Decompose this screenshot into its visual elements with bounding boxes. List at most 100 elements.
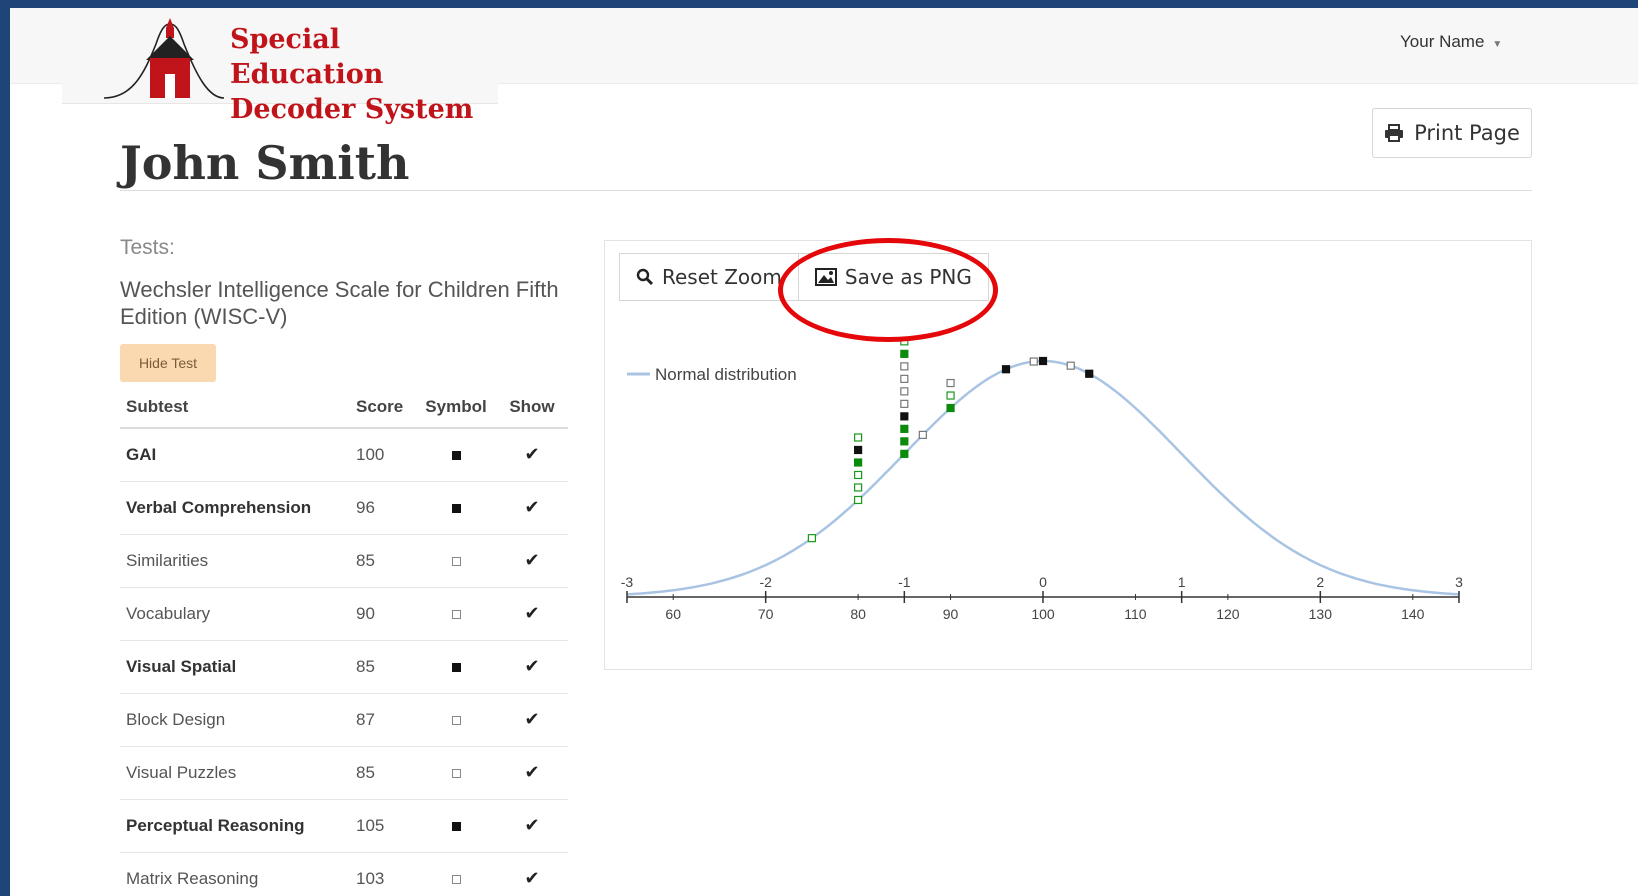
symbol-cell[interactable] [416,428,496,482]
show-checkmark-icon[interactable]: ✔ [496,481,568,535]
z-tick-label: -3 [621,574,634,590]
subtest-score: 105 [350,799,416,853]
z-tick-label: -2 [759,574,772,590]
open-square-icon [451,874,461,884]
score-tick-label: 120 [1216,606,1240,622]
symbol-cell[interactable] [416,481,496,535]
show-checkmark-icon[interactable]: ✔ [496,534,568,588]
z-tick-label: 0 [1039,574,1047,590]
table-row[interactable]: Visual Puzzles 85 ✔ [120,746,568,800]
score-marker [854,433,863,442]
table-row[interactable]: Verbal Comprehension 96 ✔ [120,481,568,535]
score-marker [900,399,909,408]
filled-square-icon [451,821,461,831]
score-tick-label: 130 [1309,606,1333,622]
page-title: John Smith [120,136,410,190]
score-marker [854,495,863,505]
score-marker [854,483,863,492]
show-checkmark-icon[interactable]: ✔ [496,746,568,800]
hide-test-button[interactable]: Hide Test [120,344,216,382]
tests-label: Tests: [120,236,175,259]
symbol-cell[interactable] [416,852,496,896]
symbol-cell[interactable] [416,587,496,641]
test-name: Wechsler Intelligence Scale for Children… [120,277,559,329]
score-marker [900,387,909,396]
table-row[interactable]: Matrix Reasoning 103 ✔ [120,852,568,896]
subtest-score: 87 [350,693,416,747]
score-marker [946,403,955,413]
show-checkmark-icon[interactable]: ✔ [496,640,568,694]
symbol-cell[interactable] [416,640,496,694]
z-tick-label: 1 [1178,574,1186,590]
score-tick-label: 140 [1401,606,1425,622]
score-marker [1038,356,1048,366]
score-tick-label: 60 [665,606,681,622]
caret-down-icon: ▼ [1492,39,1503,50]
open-square-icon [451,715,461,725]
score-marker [1029,357,1038,366]
user-menu[interactable]: Your Name ▼ [1400,32,1502,52]
score-marker [918,430,927,439]
subtest-score: 85 [350,640,416,694]
score-tick-label: 70 [758,606,774,622]
table-row[interactable]: GAI 100 ✔ [120,428,568,482]
table-row[interactable]: Perceptual Reasoning 105 ✔ [120,799,568,853]
open-square-icon [451,768,461,778]
show-checkmark-icon[interactable]: ✔ [496,693,568,747]
filled-square-icon [451,662,461,672]
table-row[interactable]: Vocabulary 90 ✔ [120,587,568,641]
z-tick-label: 2 [1316,574,1324,590]
score-marker [1066,361,1075,370]
subtest-score: 103 [350,852,416,896]
show-checkmark-icon[interactable]: ✔ [496,852,568,896]
print-page-label: Print Page [1414,121,1520,145]
title-divider [120,190,1532,191]
subtest-name: Visual Spatial [120,640,350,694]
distribution-chart[interactable]: Normal distribution -3 -2 -1 0 1 2 3 60 70 80 90 100… [605,241,1531,669]
table-row[interactable]: Similarities 85 ✔ [120,534,568,588]
schoolhouse-logo-icon [103,18,225,99]
legend-label: Normal distribution [655,365,797,384]
symbol-cell[interactable] [416,693,496,747]
symbol-cell[interactable] [416,534,496,588]
z-tick-label: 3 [1455,574,1463,590]
show-checkmark-icon[interactable]: ✔ [496,799,568,853]
filled-square-icon [451,503,461,513]
score-marker [1001,365,1011,374]
subtest-name: GAI [120,428,350,482]
subtest-name: Verbal Comprehension [120,481,350,535]
show-checkmark-icon[interactable]: ✔ [496,587,568,641]
column-header-symbol: Symbol [416,386,496,429]
subtest-score: 85 [350,746,416,800]
brand[interactable]: Special Education Decoder System [62,8,498,125]
brand-name: Special Education Decoder System [230,22,498,127]
symbol-cell[interactable] [416,799,496,853]
score-marker [854,445,863,455]
score-marker [807,534,816,543]
print-page-button[interactable]: Print Page [1372,108,1532,158]
score-marker [1085,369,1094,378]
score-marker [900,437,909,446]
symbol-cell[interactable] [416,746,496,800]
subtest-table: Subtest Score Symbol Show GAI 100 ✔ Verbal … [120,386,568,896]
subtest-score: 90 [350,587,416,641]
score-marker [854,458,863,467]
score-marker [900,349,909,358]
subtest-score: 100 [350,428,416,482]
score-tick-label: 110 [1124,606,1147,622]
subtest-name: Matrix Reasoning [120,852,350,896]
score-marker [900,374,909,383]
table-row[interactable]: Visual Spatial 85 ✔ [120,640,568,694]
filled-square-icon [451,450,461,460]
subtest-name: Block Design [120,693,350,747]
highlight-circle-annotation [778,238,998,342]
app-window: Special Education Decoder System Your Na… [10,8,1638,896]
score-marker [900,424,909,433]
brand-line-2: Decoder System [230,94,474,125]
print-icon [1385,124,1404,142]
show-checkmark-icon[interactable]: ✔ [496,428,568,482]
subtest-name: Visual Puzzles [120,746,350,800]
table-row[interactable]: Block Design 87 ✔ [120,693,568,747]
z-tick-label: -1 [898,574,911,590]
user-name: Your Name [1400,32,1485,51]
